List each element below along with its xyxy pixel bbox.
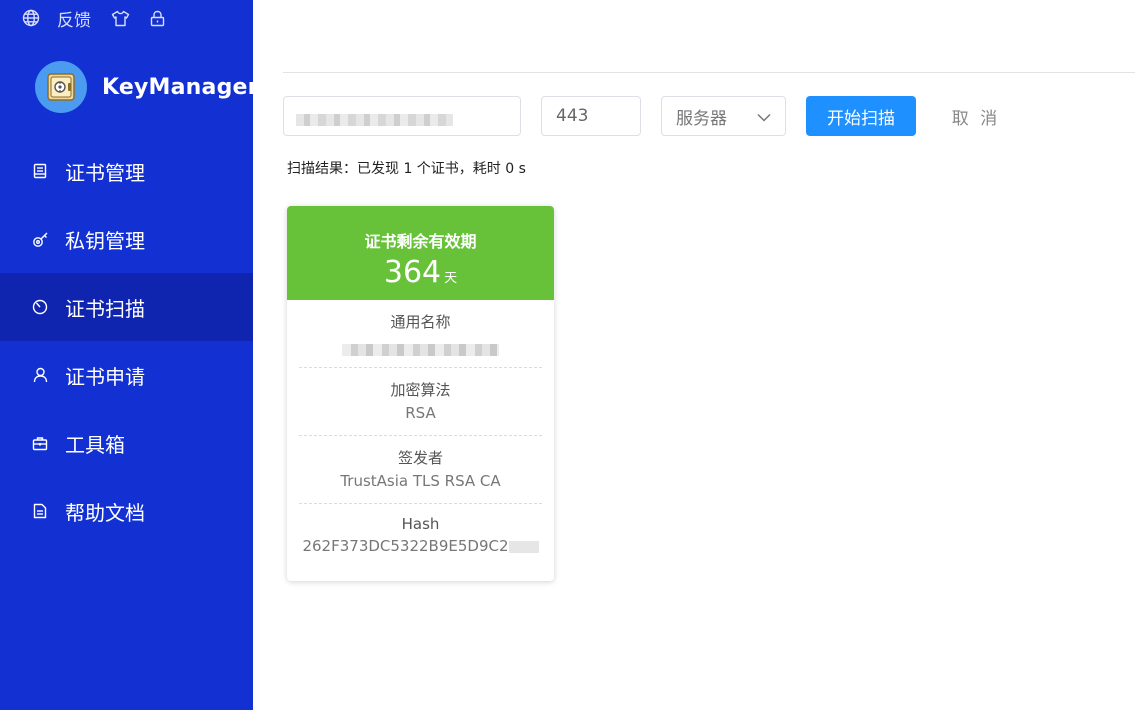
lock-icon[interactable] bbox=[150, 10, 165, 27]
validity-title: 证书剩余有效期 bbox=[364, 232, 477, 251]
field-label: 通用名称 bbox=[390, 313, 451, 331]
scan-type-select[interactable]: 服务器 bbox=[661, 96, 786, 136]
days-unit: 天 bbox=[444, 271, 458, 286]
sidebar-item-label: 证书扫描 bbox=[65, 296, 145, 321]
field-label: 签发者 bbox=[397, 449, 443, 467]
sidebar-item-label: 帮助文档 bbox=[65, 500, 145, 525]
field-value: RSA bbox=[405, 404, 436, 422]
certificate-validity-header: 证书剩余有效期 364 天 bbox=[287, 206, 554, 300]
sidebar: 反馈 KeyManager 证书管理 私钥管理 证书扫描 证书申请 工具箱 帮助… bbox=[0, 0, 258, 710]
scan-icon bbox=[31, 298, 49, 316]
chevron-down-icon bbox=[757, 107, 771, 126]
field-value: 262F373DC5322B9E5D9C2 bbox=[302, 537, 509, 555]
port-input[interactable] bbox=[542, 97, 640, 135]
days-left: 364 天 bbox=[287, 256, 554, 296]
sidebar-item-label: 证书申请 bbox=[65, 364, 145, 389]
shirt-icon[interactable] bbox=[111, 10, 130, 27]
sidebar-item-toolbox[interactable]: 工具箱 bbox=[0, 409, 253, 477]
field-issuer: 签发者 TrustAsia TLS RSA CA bbox=[299, 436, 542, 504]
redacted-host bbox=[296, 114, 453, 126]
sidebar-topbar: 反馈 bbox=[22, 6, 165, 31]
field-hash: Hash 262F373DC5322B9E5D9C2 bbox=[299, 504, 542, 572]
field-label: Hash bbox=[401, 515, 440, 533]
field-value: TrustAsia TLS RSA CA bbox=[340, 472, 501, 490]
brand-name: KeyManager bbox=[102, 74, 259, 100]
host-input[interactable] bbox=[283, 96, 521, 136]
toolbox-icon bbox=[31, 434, 49, 452]
field-encryption-algorithm: 加密算法 RSA bbox=[299, 368, 542, 436]
cancel-button[interactable]: 取 消 bbox=[936, 96, 1016, 136]
sidebar-item-private-key-management[interactable]: 私钥管理 bbox=[0, 205, 253, 273]
start-scan-button[interactable]: 开始扫描 bbox=[806, 96, 916, 136]
document-icon bbox=[31, 502, 49, 520]
redacted-common-name bbox=[342, 344, 499, 356]
scan-type-value: 服务器 bbox=[676, 108, 727, 129]
sidebar-nav: 证书管理 私钥管理 证书扫描 证书申请 工具箱 帮助文档 bbox=[0, 137, 253, 545]
field-label: 加密算法 bbox=[390, 381, 451, 399]
port-input-wrapper[interactable] bbox=[541, 96, 641, 136]
brand[interactable]: KeyManager bbox=[35, 61, 259, 113]
header-divider bbox=[283, 72, 1135, 73]
sidebar-item-label: 证书管理 bbox=[65, 160, 145, 185]
sidebar-item-help-docs[interactable]: 帮助文档 bbox=[0, 477, 253, 545]
user-icon bbox=[31, 366, 49, 384]
certificate-icon bbox=[31, 162, 49, 180]
field-common-name: 通用名称 bbox=[299, 300, 542, 368]
certificate-card[interactable]: 证书剩余有效期 364 天 通用名称 加密算法 RSA 签发者 TrustAsia… bbox=[287, 206, 554, 581]
days-left-value: 364 bbox=[383, 255, 442, 290]
sidebar-item-label: 私钥管理 bbox=[65, 228, 145, 253]
redacted-hash-tail bbox=[508, 540, 539, 553]
sidebar-item-certificate-request[interactable]: 证书申请 bbox=[0, 341, 253, 409]
sidebar-item-certificate-management[interactable]: 证书管理 bbox=[0, 137, 253, 205]
key-icon bbox=[31, 230, 49, 248]
globe-icon[interactable] bbox=[22, 9, 40, 27]
scan-result-summary: 扫描结果：已发现 1 个证书，耗时 0 s bbox=[287, 161, 526, 177]
sidebar-item-label: 工具箱 bbox=[65, 432, 125, 457]
safe-icon bbox=[35, 61, 87, 113]
feedback-link[interactable]: 反馈 bbox=[57, 6, 91, 31]
sidebar-item-certificate-scan[interactable]: 证书扫描 bbox=[0, 273, 253, 341]
